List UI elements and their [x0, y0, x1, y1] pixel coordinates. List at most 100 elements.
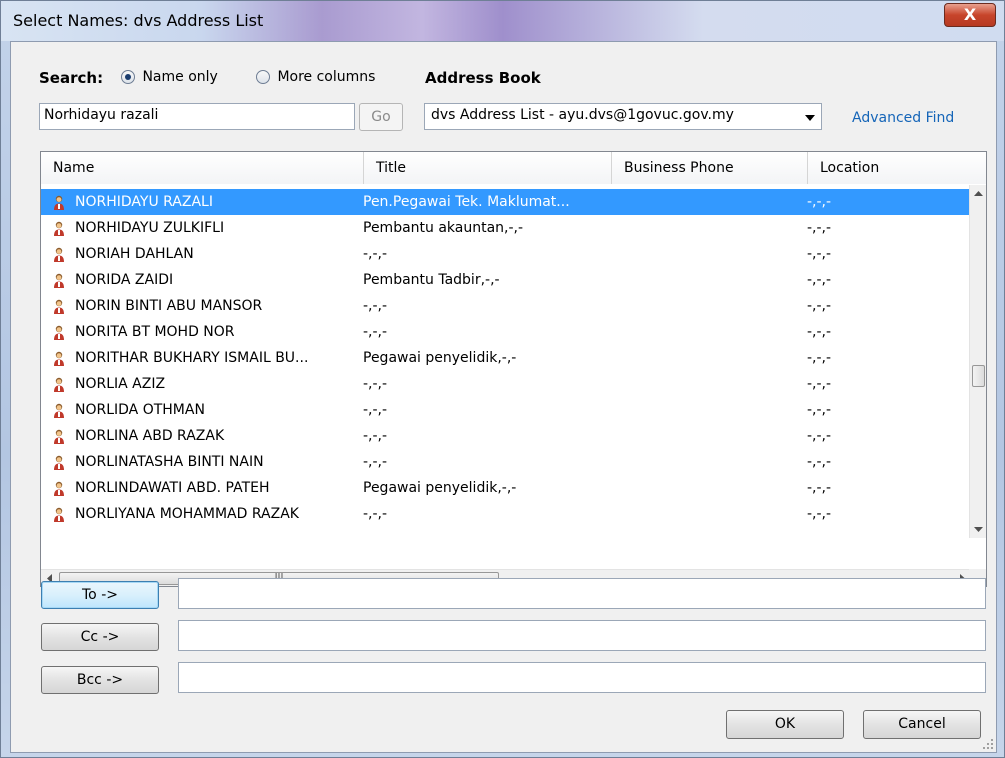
cell-location: -,-,- [807, 350, 832, 366]
list-item[interactable]: NORIDA ZAIDI Pembantu Tadbir,-,- -,-,- [41, 267, 971, 293]
cc-field[interactable] [178, 620, 986, 651]
radio-more-columns[interactable]: More columns [256, 69, 375, 85]
cell-title: -,-,- [363, 246, 388, 262]
to-field[interactable] [178, 578, 986, 609]
radio-more-columns-icon[interactable] [256, 70, 270, 84]
dialog-client-area: Search: Name only More columns Address B… [10, 41, 997, 753]
vertical-scrollbar[interactable] [969, 185, 986, 538]
cell-name: NORIDA ZAIDI [75, 272, 174, 288]
column-header-title[interactable]: Title [364, 152, 612, 184]
cell-name: NORHIDAYU RAZALI [75, 194, 213, 210]
column-header-business-phone[interactable]: Business Phone [612, 152, 808, 184]
scroll-up-icon[interactable] [970, 185, 987, 202]
cell-title: -,-,- [363, 324, 388, 340]
list-item[interactable]: NORLIDA OTHMAN -,-,- -,-,- [41, 397, 971, 423]
cell-title: -,-,- [363, 428, 388, 444]
radio-more-columns-label: More columns [277, 69, 376, 85]
list-item[interactable]: NORHIDAYU ZULKIFLI Pembantu akauntan,-,- -… [41, 215, 971, 241]
person-icon [53, 454, 65, 470]
close-button[interactable]: X [944, 3, 996, 27]
cell-location: -,-,- [807, 194, 832, 210]
cell-name: NORLINA ABD RAZAK [75, 428, 225, 444]
person-icon [53, 272, 65, 288]
cell-name: NORLINDAWATI ABD. PATEH [75, 480, 270, 496]
cell-location: -,-,- [807, 220, 832, 236]
list-item[interactable]: NORLINDAWATI ABD. PATEH Pegawai penyelidi… [41, 475, 971, 501]
cell-title: Pen.Pegawai Tek. Maklumat... [363, 194, 570, 210]
cell-name: NORIN BINTI ABU MANSOR [75, 298, 263, 314]
vertical-scroll-thumb[interactable] [972, 365, 985, 388]
list-item[interactable]: NORLINATASHA BINTI NAIN -,-,- -,-,- [41, 449, 971, 475]
list-item[interactable]: NORLINA ABD RAZAK -,-,- -,-,- [41, 423, 971, 449]
resize-grip-icon[interactable] [982, 738, 994, 750]
list-item[interactable]: NORLIYANA MOHAMMAD RAZAK -,-,- -,-,- [41, 501, 971, 527]
cell-location: -,-,- [807, 324, 832, 340]
cell-title: Pembantu Tadbir,-,- [363, 272, 500, 288]
cell-location: -,-,- [807, 506, 832, 522]
cell-location: -,-,- [807, 376, 832, 392]
person-icon [53, 402, 65, 418]
cell-location: -,-,- [807, 428, 832, 444]
person-icon [53, 480, 65, 496]
person-icon [53, 428, 65, 444]
list-item[interactable]: NORITA BT MOHD NOR -,-,- -,-,- [41, 319, 971, 345]
address-book-select[interactable]: dvs Address List - ayu.dvs@1govuc.gov.my [424, 103, 822, 130]
cell-location: -,-,- [807, 298, 832, 314]
address-rows: NORHIDAYU RAZALI Pen.Pegawai Tek. Makluma… [41, 189, 971, 539]
radio-name-only[interactable]: Name only [121, 69, 218, 85]
ok-button[interactable]: OK [726, 710, 844, 739]
column-header-name[interactable]: Name [41, 152, 364, 184]
cell-title: -,-,- [363, 402, 388, 418]
cell-title: Pegawai penyelidik,-,- [363, 350, 517, 366]
list-item[interactable]: NORITHAR BUKHARY ISMAIL BU... Pegawai pen… [41, 345, 971, 371]
address-list[interactable]: Name Title Business Phone Location NORHI… [40, 151, 987, 587]
radio-name-only-icon[interactable] [121, 70, 135, 84]
cell-name: NORHIDAYU ZULKIFLI [75, 220, 225, 236]
person-icon [53, 350, 65, 366]
search-label: Search: [39, 69, 104, 87]
person-icon [53, 376, 65, 392]
to-button[interactable]: To -> [41, 581, 159, 609]
list-item[interactable]: NORIAH DAHLAN -,-,- -,-,- [41, 241, 971, 267]
cell-name: NORLIYANA MOHAMMAD RAZAK [75, 506, 299, 522]
window-title: Select Names: dvs Address List [13, 11, 264, 30]
address-book-label: Address Book [425, 69, 541, 87]
select-names-dialog: Select Names: dvs Address List X Search:… [0, 0, 1005, 758]
bcc-button[interactable]: Bcc -> [41, 666, 159, 694]
advanced-find-link[interactable]: Advanced Find [852, 110, 954, 126]
cell-location: -,-,- [807, 454, 832, 470]
scroll-down-icon[interactable] [970, 521, 987, 538]
person-icon [53, 324, 65, 340]
cell-name: NORLIDA OTHMAN [75, 402, 205, 418]
cell-location: -,-,- [807, 246, 832, 262]
chevron-down-icon[interactable] [805, 115, 815, 121]
cc-button[interactable]: Cc -> [41, 623, 159, 651]
cell-location: -,-,- [807, 402, 832, 418]
go-button[interactable]: Go [359, 103, 403, 131]
person-icon [53, 506, 65, 522]
cell-title: -,-,- [363, 506, 388, 522]
list-item[interactable]: NORIN BINTI ABU MANSOR -,-,- -,-,- [41, 293, 971, 319]
person-icon [53, 246, 65, 262]
list-item[interactable]: NORLIA AZIZ -,-,- -,-,- [41, 371, 971, 397]
cancel-button[interactable]: Cancel [863, 710, 981, 739]
cell-title: Pegawai penyelidik,-,- [363, 480, 517, 496]
cell-name: NORITA BT MOHD NOR [75, 324, 235, 340]
cell-name: NORIAH DAHLAN [75, 246, 194, 262]
search-input[interactable]: Norhidayu razali [39, 103, 355, 130]
cell-location: -,-,- [807, 480, 832, 496]
person-icon [53, 220, 65, 236]
cell-name: NORLIA AZIZ [75, 376, 166, 392]
cell-name: NORITHAR BUKHARY ISMAIL BU... [75, 350, 309, 366]
cell-name: NORLINATASHA BINTI NAIN [75, 454, 264, 470]
title-bar[interactable]: Select Names: dvs Address List X [1, 1, 1004, 41]
column-header-location[interactable]: Location [808, 152, 986, 184]
cell-title: Pembantu akauntan,-,- [363, 220, 524, 236]
cell-title: -,-,- [363, 298, 388, 314]
list-item[interactable]: NORHIDAYU RAZALI Pen.Pegawai Tek. Makluma… [41, 189, 971, 215]
bcc-field[interactable] [178, 662, 986, 693]
address-book-selected: dvs Address List - ayu.dvs@1govuc.gov.my [431, 107, 734, 123]
cell-title: -,-,- [363, 376, 388, 392]
person-icon [53, 194, 65, 210]
cell-title: -,-,- [363, 454, 388, 470]
